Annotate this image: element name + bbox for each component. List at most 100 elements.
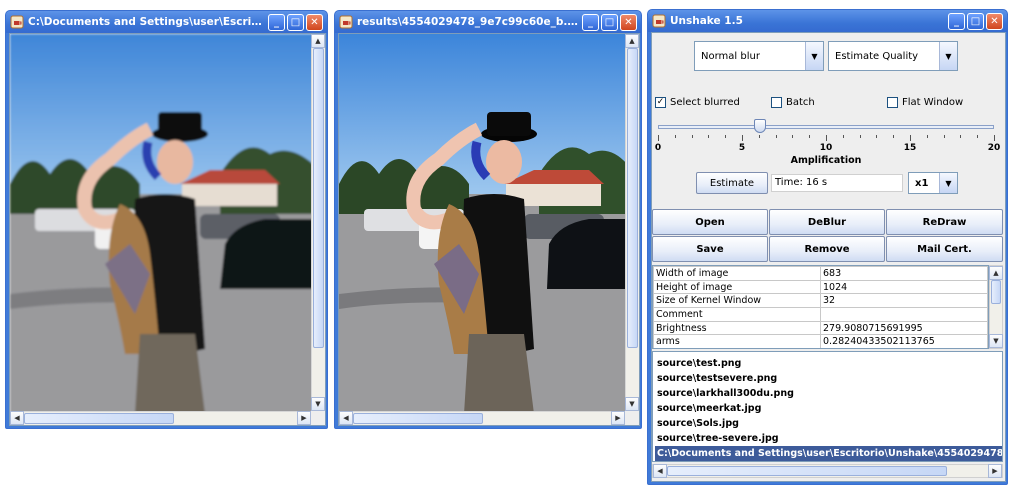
- table-row[interactable]: Brightness 279.9080715691995: [653, 320, 988, 336]
- result-image-window: results\4554029478_9e7c99c60e_b.jpg _ □ …: [334, 10, 642, 429]
- estimate-button[interactable]: Estimate: [696, 172, 768, 194]
- amplification-slider[interactable]: 0 5 10 15 20 Amplification: [654, 117, 1000, 166]
- slider-tick-label: 0: [654, 143, 662, 153]
- flat-window-checkbox[interactable]: Flat Window: [887, 97, 963, 108]
- property-value[interactable]: [820, 307, 988, 322]
- mail-cert-button[interactable]: Mail Cert.: [886, 236, 1003, 262]
- list-item[interactable]: source\test.png: [655, 356, 1002, 371]
- file-list[interactable]: source\test.png source\testsevere.png sour…: [652, 351, 1003, 462]
- maximize-icon[interactable]: □: [967, 12, 984, 30]
- vertical-scroll-thumb[interactable]: [627, 48, 638, 348]
- table-row[interactable]: Width of image 683: [653, 266, 988, 281]
- file-list-scroll-thumb[interactable]: [667, 466, 947, 476]
- property-value[interactable]: 32: [820, 293, 988, 309]
- table-row[interactable]: Height of image 1024: [653, 279, 988, 295]
- slider-thumb[interactable]: [754, 119, 766, 133]
- scroll-down-icon[interactable]: ▼: [989, 334, 1003, 348]
- vertical-scrollbar[interactable]: ▲ ▼: [625, 34, 639, 411]
- slider-tick: [725, 135, 727, 138]
- slider-tick: [876, 135, 878, 138]
- scroll-left-icon[interactable]: ◀: [339, 411, 353, 425]
- scroll-down-icon[interactable]: ▼: [625, 397, 639, 411]
- list-item[interactable]: source\tree-severe.jpg: [655, 431, 1002, 446]
- properties-table[interactable]: Width of image 683 Height of image 1024 Size…: [652, 265, 989, 349]
- property-value[interactable]: 683: [820, 266, 988, 281]
- save-button[interactable]: Save: [652, 236, 768, 262]
- unshake-panel: Normal blur ▼ Estimate Quality ▼ ✓ Selec…: [651, 32, 1006, 482]
- maximize-icon[interactable]: □: [287, 13, 304, 31]
- list-item[interactable]: source\Sols.jpg: [655, 416, 1002, 431]
- batch-checkbox[interactable]: Batch: [771, 97, 815, 108]
- redraw-button[interactable]: ReDraw: [886, 209, 1003, 235]
- property-name[interactable]: Comment: [653, 307, 821, 322]
- checkbox-checked-icon[interactable]: ✓: [655, 97, 666, 108]
- file-list-horizontal-scrollbar[interactable]: ◀ ▶: [652, 464, 1003, 478]
- scroll-right-icon[interactable]: ▶: [611, 411, 625, 425]
- close-icon[interactable]: ✕: [620, 13, 637, 31]
- slider-tick: [658, 135, 659, 141]
- minimize-icon[interactable]: _: [582, 13, 599, 31]
- chevron-down-icon[interactable]: ▼: [939, 42, 957, 70]
- property-value[interactable]: 0.28240433502113765: [820, 334, 988, 348]
- list-item[interactable]: source\meerkat.jpg: [655, 401, 1002, 416]
- table-row[interactable]: Size of Kernel Window 32: [653, 293, 988, 309]
- table-row[interactable]: Comment: [653, 307, 988, 322]
- slider-tick: [910, 135, 911, 141]
- scroll-up-icon[interactable]: ▲: [989, 266, 1003, 280]
- minimize-icon[interactable]: _: [268, 13, 285, 31]
- list-item[interactable]: C:\Documents and Settings\user\Escritori…: [655, 446, 1002, 461]
- table-row[interactable]: arms 0.28240433502113765: [653, 334, 988, 348]
- table-scroll-thumb[interactable]: [991, 280, 1001, 304]
- remove-button[interactable]: Remove: [769, 236, 885, 262]
- slider-track[interactable]: [658, 125, 994, 129]
- list-item[interactable]: source\testsevere.png: [655, 371, 1002, 386]
- scroll-corner: [311, 411, 325, 425]
- chevron-down-icon[interactable]: ▼: [939, 173, 957, 193]
- property-name[interactable]: Height of image: [653, 279, 821, 295]
- scroll-right-icon[interactable]: ▶: [297, 411, 311, 425]
- table-vertical-scrollbar[interactable]: ▲ ▼: [989, 265, 1003, 349]
- select-blurred-checkbox[interactable]: ✓ Select blurred: [655, 97, 740, 108]
- java-coffee-icon: [10, 15, 24, 29]
- open-button[interactable]: Open: [652, 209, 768, 235]
- multiplier-value: x1: [915, 177, 929, 189]
- checkbox-icon[interactable]: [771, 97, 782, 108]
- batch-label: Batch: [786, 97, 815, 108]
- slider-label: Amplification: [790, 155, 862, 166]
- horizontal-scrollbar[interactable]: ◀ ▶: [339, 411, 625, 425]
- multiplier-select[interactable]: x1 ▼: [908, 172, 958, 194]
- scroll-right-icon[interactable]: ▶: [988, 464, 1002, 478]
- mode-select[interactable]: Estimate Quality ▼: [828, 41, 958, 71]
- property-name[interactable]: arms: [653, 334, 821, 348]
- original-window-titlebar[interactable]: C:\Documents and Settings\user\Escritori…: [6, 11, 327, 33]
- horizontal-scroll-thumb[interactable]: [353, 413, 483, 424]
- result-window-titlebar[interactable]: results\4554029478_9e7c99c60e_b.jpg _ □ …: [335, 11, 641, 33]
- property-name[interactable]: Brightness: [653, 320, 821, 336]
- maximize-icon[interactable]: □: [601, 13, 618, 31]
- property-value[interactable]: 279.9080715691995: [820, 320, 988, 336]
- property-name[interactable]: Size of Kernel Window: [653, 293, 821, 309]
- vertical-scroll-thumb[interactable]: [313, 48, 324, 348]
- result-photo: [339, 34, 627, 413]
- checkbox-icon[interactable]: [887, 97, 898, 108]
- vertical-scrollbar[interactable]: ▲ ▼: [311, 34, 325, 411]
- scroll-left-icon[interactable]: ◀: [653, 464, 667, 478]
- close-icon[interactable]: ✕: [306, 13, 323, 31]
- scroll-up-icon[interactable]: ▲: [311, 34, 325, 48]
- close-icon[interactable]: ✕: [986, 12, 1003, 30]
- chevron-down-icon[interactable]: ▼: [805, 42, 823, 70]
- window-title: Unshake 1.5: [670, 15, 743, 27]
- unshake-window-titlebar[interactable]: Unshake 1.5 _ □ ✕: [648, 10, 1007, 32]
- list-item[interactable]: source\larkhall300du.png: [655, 386, 1002, 401]
- horizontal-scroll-thumb[interactable]: [24, 413, 174, 424]
- horizontal-scrollbar[interactable]: ◀ ▶: [10, 411, 311, 425]
- scroll-up-icon[interactable]: ▲: [625, 34, 639, 48]
- slider-tick: [674, 135, 676, 138]
- minimize-icon[interactable]: _: [948, 12, 965, 30]
- scroll-left-icon[interactable]: ◀: [10, 411, 24, 425]
- property-value[interactable]: 1024: [820, 279, 988, 295]
- scroll-down-icon[interactable]: ▼: [311, 397, 325, 411]
- blur-type-select[interactable]: Normal blur ▼: [694, 41, 824, 71]
- property-name[interactable]: Width of image: [653, 266, 821, 281]
- deblur-button[interactable]: DeBlur: [769, 209, 885, 235]
